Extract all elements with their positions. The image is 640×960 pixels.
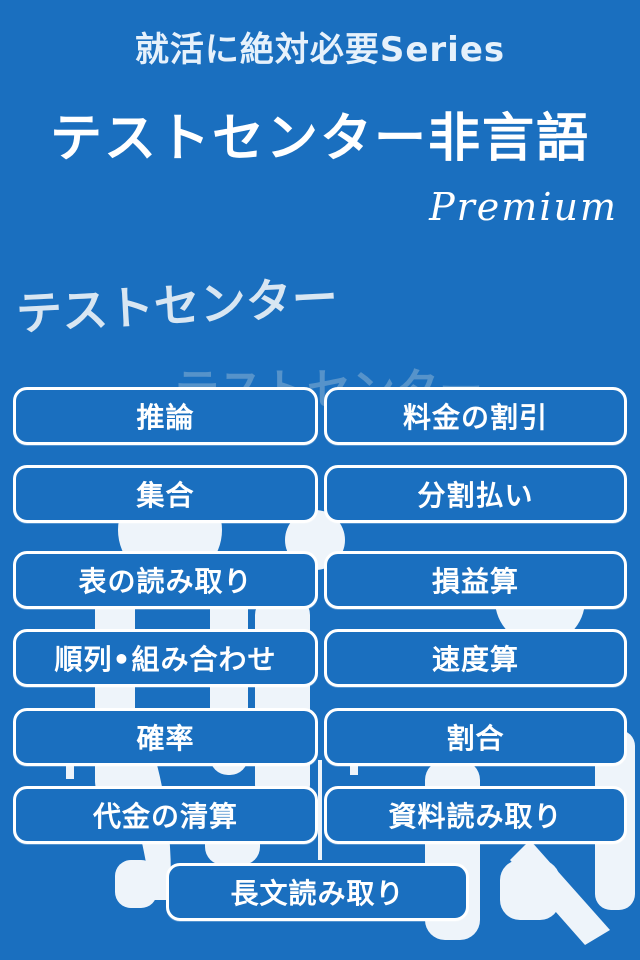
menu-button-permutations[interactable]: 順列•組み合わせ (13, 629, 318, 687)
menu-button-sets[interactable]: 集合 (13, 465, 318, 523)
menu-button-table-reading[interactable]: 表の読み取り (13, 551, 318, 609)
menu-button-speed[interactable]: 速度算 (324, 629, 627, 687)
edition-label: Premium (429, 185, 618, 229)
menu-button-ratio[interactable]: 割合 (324, 708, 627, 766)
menu-button-inference[interactable]: 推論 (13, 387, 318, 445)
menu-button-profit-loss[interactable]: 損益算 (324, 551, 627, 609)
menu-button-discount[interactable]: 料金の割引 (324, 387, 627, 445)
menu-button-bill-settlement[interactable]: 代金の清算 (13, 786, 318, 844)
app-title: テストセンター非言語 (49, 109, 590, 169)
menu-button-probability[interactable]: 確率 (13, 708, 318, 766)
section-heading: テストセンター (14, 270, 340, 341)
menu-button-data-reading[interactable]: 資料読み取り (324, 786, 627, 844)
app-subtitle: 就活に絶対必要Series (134, 30, 506, 70)
menu-button-installments[interactable]: 分割払い (324, 465, 627, 523)
menu-button-long-text-reading[interactable]: 長文読み取り (166, 863, 469, 921)
